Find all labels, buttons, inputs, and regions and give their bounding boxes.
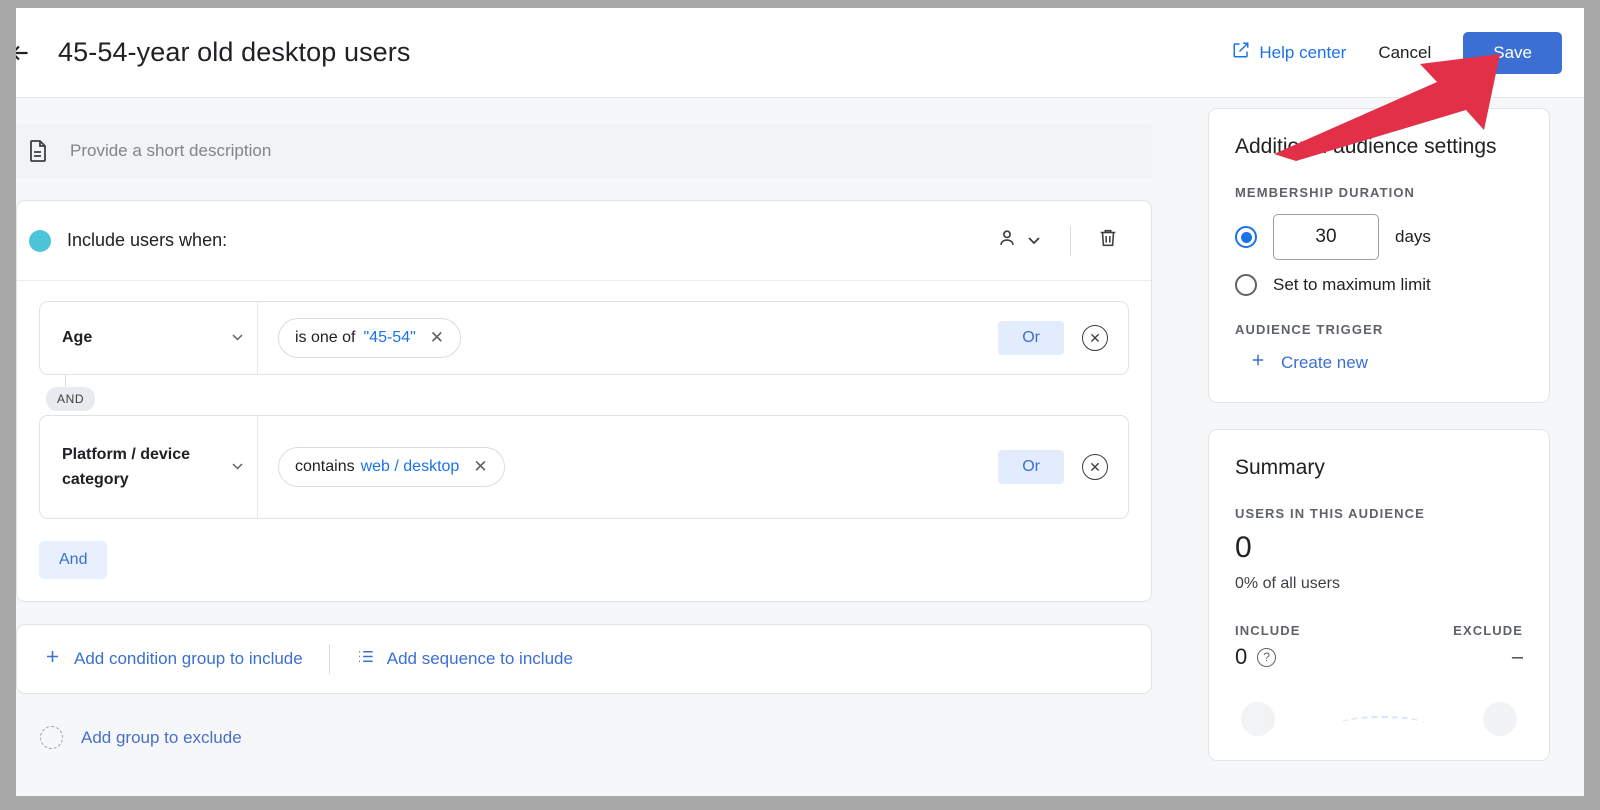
include-card-body: Age is one of "45-54" ✕ bbox=[17, 281, 1151, 601]
additional-audience-settings-panel: Additional audience settings MEMBERSHIP … bbox=[1208, 108, 1550, 403]
plus-icon bbox=[43, 647, 62, 671]
top-bar-actions: Help center Cancel Save bbox=[1232, 32, 1584, 74]
page-body: Provide a short description Include user… bbox=[16, 98, 1584, 796]
description-document-icon bbox=[26, 139, 50, 163]
add-condition-group-button[interactable]: Add condition group to include bbox=[43, 647, 303, 671]
users-in-audience-label: USERS IN THIS AUDIENCE bbox=[1235, 506, 1523, 521]
max-limit-label: Set to maximum limit bbox=[1273, 275, 1431, 295]
dashed-circle-icon bbox=[40, 726, 63, 749]
add-and-condition-button[interactable]: And bbox=[39, 541, 107, 579]
include-value: 0 bbox=[1235, 644, 1247, 670]
include-card-title: Include users when: bbox=[67, 230, 227, 251]
exclude-label: Add group to exclude bbox=[81, 728, 242, 748]
scope-selector[interactable] bbox=[982, 221, 1054, 260]
exclude-value: – bbox=[1512, 646, 1523, 669]
help-center-link[interactable]: Help center bbox=[1232, 41, 1346, 64]
condition-actions: Or ✕ bbox=[998, 321, 1112, 355]
dimension-label: Age bbox=[62, 325, 92, 350]
create-new-label: Create new bbox=[1281, 353, 1368, 373]
list-icon bbox=[356, 647, 375, 671]
remove-condition-icon[interactable]: ✕ bbox=[1082, 325, 1108, 351]
page-title: 45-54-year old desktop users bbox=[58, 37, 411, 68]
users-count-value: 0 bbox=[1235, 531, 1523, 565]
description-placeholder: Provide a short description bbox=[70, 141, 271, 161]
add-sequence-button[interactable]: Add sequence to include bbox=[356, 647, 573, 671]
close-icon[interactable]: ✕ bbox=[473, 457, 487, 477]
membership-duration-label: MEMBERSHIP DURATION bbox=[1235, 185, 1523, 200]
condition-actions: Or ✕ bbox=[998, 450, 1112, 484]
users-percent-value: 0% of all users bbox=[1235, 575, 1523, 593]
dimension-selector[interactable]: Platform / device category bbox=[40, 416, 258, 518]
include-exclude-values: 0 ? – bbox=[1235, 644, 1523, 670]
chip-operator: contains bbox=[295, 458, 355, 476]
help-question-icon[interactable]: ? bbox=[1257, 648, 1276, 667]
include-card-tools bbox=[982, 221, 1129, 260]
cancel-button[interactable]: Cancel bbox=[1372, 35, 1437, 71]
add-group-actions-card: Add condition group to include Add seque… bbox=[16, 624, 1152, 694]
help-center-label: Help center bbox=[1259, 43, 1346, 63]
condition-row: Age is one of "45-54" ✕ bbox=[39, 301, 1129, 375]
person-icon bbox=[996, 227, 1018, 254]
include-card-header: Include users when: bbox=[17, 201, 1151, 281]
plus-icon bbox=[1249, 351, 1267, 374]
trash-icon bbox=[1097, 227, 1119, 254]
radio-days-selected[interactable] bbox=[1235, 226, 1257, 248]
radio-max-limit[interactable] bbox=[1235, 274, 1257, 296]
and-badge: AND bbox=[46, 387, 95, 411]
condition-values: contains web / desktop ✕ Or ✕ bbox=[258, 416, 1128, 518]
include-column-label: INCLUDE bbox=[1235, 623, 1300, 638]
exclude-column-label: EXCLUDE bbox=[1453, 623, 1523, 638]
external-link-icon bbox=[1232, 41, 1250, 64]
app-screen: 45-54-year old desktop users Help center… bbox=[16, 8, 1584, 796]
or-button[interactable]: Or bbox=[998, 450, 1064, 484]
and-connector: AND bbox=[39, 375, 1129, 415]
create-new-trigger-button[interactable]: Create new bbox=[1235, 351, 1523, 374]
dimension-label: Platform / device category bbox=[62, 442, 202, 493]
actions-divider bbox=[329, 644, 330, 674]
description-field[interactable]: Provide a short description bbox=[16, 124, 1152, 178]
include-scope-dot bbox=[29, 230, 51, 252]
days-unit-label: days bbox=[1395, 227, 1431, 247]
duration-input[interactable] bbox=[1273, 214, 1379, 260]
close-icon[interactable]: ✕ bbox=[430, 328, 444, 348]
settings-panel-title: Additional audience settings bbox=[1235, 135, 1523, 159]
venn-circle-exclude bbox=[1483, 702, 1517, 736]
delete-group-button[interactable] bbox=[1087, 221, 1129, 260]
chevron-down-icon bbox=[232, 462, 243, 473]
or-button[interactable]: Or bbox=[998, 321, 1064, 355]
chip-operator: is one of bbox=[295, 329, 355, 347]
settings-column: Additional audience settings MEMBERSHIP … bbox=[1184, 98, 1584, 796]
venn-diagram bbox=[1235, 686, 1523, 732]
summary-panel: Summary USERS IN THIS AUDIENCE 0 0% of a… bbox=[1208, 429, 1550, 761]
condition-chip[interactable]: contains web / desktop ✕ bbox=[278, 447, 505, 487]
chevron-down-icon bbox=[232, 333, 243, 344]
chip-value: "45-54" bbox=[363, 329, 415, 347]
add-sequence-label: Add sequence to include bbox=[387, 649, 573, 669]
include-value-group: 0 ? bbox=[1235, 644, 1276, 670]
membership-duration-max-option[interactable]: Set to maximum limit bbox=[1235, 274, 1523, 296]
save-button[interactable]: Save bbox=[1463, 32, 1562, 74]
condition-row: Platform / device category contains web … bbox=[39, 415, 1129, 519]
venn-circle-include bbox=[1241, 702, 1275, 736]
add-condition-group-label: Add condition group to include bbox=[74, 649, 303, 669]
dimension-selector[interactable]: Age bbox=[40, 302, 258, 374]
venn-dashed-overlap bbox=[1339, 716, 1425, 732]
add-group-to-exclude-button[interactable]: Add group to exclude bbox=[16, 726, 1152, 749]
membership-duration-days-option[interactable]: days bbox=[1235, 214, 1523, 260]
audience-builder-column: Provide a short description Include user… bbox=[16, 98, 1184, 796]
condition-chip[interactable]: is one of "45-54" ✕ bbox=[278, 318, 461, 358]
summary-panel-title: Summary bbox=[1235, 456, 1523, 480]
chip-value: web / desktop bbox=[361, 458, 460, 476]
audience-trigger-label: AUDIENCE TRIGGER bbox=[1235, 322, 1523, 337]
chevron-down-icon bbox=[1028, 232, 1040, 250]
tools-divider bbox=[1070, 226, 1071, 256]
back-arrow-icon[interactable] bbox=[16, 40, 40, 66]
top-bar: 45-54-year old desktop users Help center… bbox=[16, 8, 1584, 98]
remove-condition-icon[interactable]: ✕ bbox=[1082, 454, 1108, 480]
condition-values: is one of "45-54" ✕ Or ✕ bbox=[258, 302, 1128, 374]
include-exclude-headers: INCLUDE EXCLUDE bbox=[1235, 623, 1523, 638]
include-condition-card: Include users when: bbox=[16, 200, 1152, 602]
